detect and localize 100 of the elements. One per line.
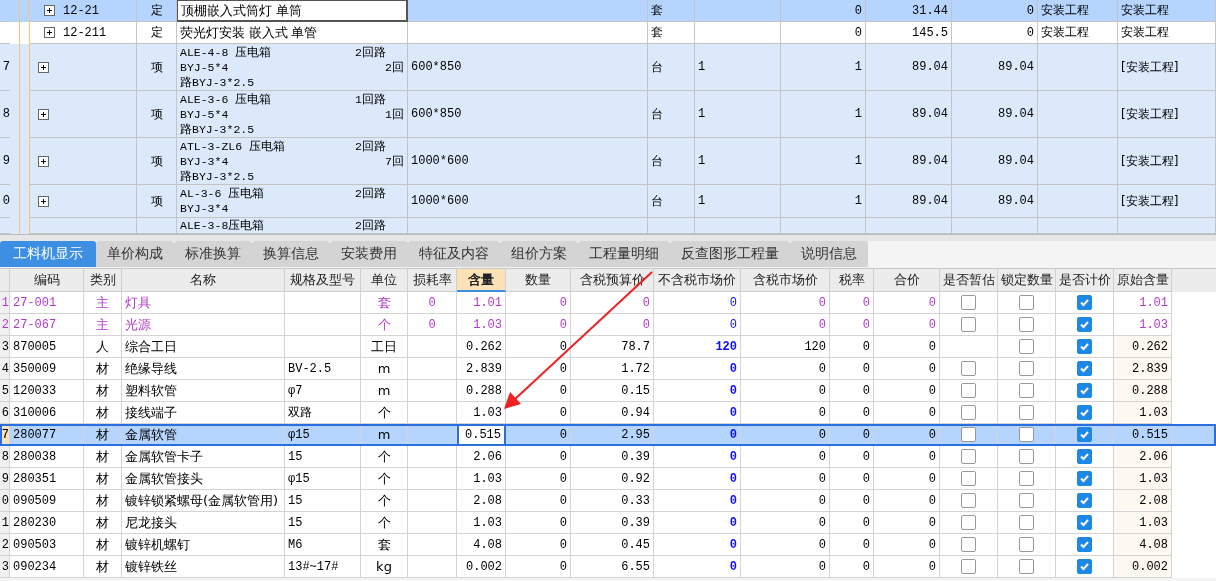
expand-icon[interactable] xyxy=(38,155,49,167)
column-header[interactable]: 合价 xyxy=(874,269,940,292)
column-header[interactable]: 类别 xyxy=(84,269,122,292)
grid-row[interactable]: 0 项 AL-3-6 压电箱 2回路 BYJ-3*4 1000*600 台 1 1 89.04 89.04 [安装工程] xyxy=(0,185,1216,218)
table-cell: 1.03 xyxy=(1139,405,1168,420)
checkbox[interactable] xyxy=(1019,427,1034,442)
checkbox[interactable] xyxy=(1077,295,1092,310)
table-cell-text: 1回路 xyxy=(355,91,387,107)
checkbox[interactable] xyxy=(1077,383,1092,398)
checkbox[interactable] xyxy=(961,515,976,530)
table-cell: 0 xyxy=(928,493,936,508)
checkbox[interactable] xyxy=(1077,471,1092,486)
column-header[interactable]: 数量 xyxy=(506,269,571,292)
tab[interactable]: 反查图形工程量 xyxy=(670,241,790,267)
checkbox[interactable] xyxy=(961,493,976,508)
expand-icon[interactable] xyxy=(44,27,55,38)
table-cell: 0 xyxy=(729,471,737,486)
column-header[interactable]: 是否计价 xyxy=(1056,269,1114,292)
checkbox[interactable] xyxy=(961,295,976,310)
column-header[interactable]: 不含税市场价 xyxy=(654,269,741,292)
table-cell: 0 xyxy=(729,537,737,552)
checkbox[interactable] xyxy=(1019,471,1034,486)
table-row[interactable]: 8 280038 材 金属软管卡子 15 个 2.06 0 0.39 0 0 0 0 2.06 xyxy=(0,446,1216,468)
table-cell: 光源 xyxy=(125,315,151,334)
checkbox[interactable] xyxy=(1019,383,1034,398)
tab[interactable]: 说明信息 xyxy=(790,241,868,267)
tab[interactable]: 单价构成 xyxy=(96,241,174,267)
checkbox[interactable] xyxy=(1077,493,1092,508)
table-cell: 78.7 xyxy=(621,339,650,354)
table-row[interactable]: 3 090234 材 镀锌铁丝 13#~17# kg 0.002 0 6.55 0 0 0 0 0.002 xyxy=(0,556,1216,578)
checkbox[interactable] xyxy=(1019,559,1034,574)
table-cell: 材 xyxy=(96,447,109,466)
column-header[interactable]: 含税预算价 xyxy=(571,269,654,292)
table-cell: 1 xyxy=(698,60,706,74)
grid-row[interactable]: 7 项 ALE-4-8 压电箱 2回路 BYJ-5*4 2回 路BYJ-3*2.5 600*850 台 1 1 89.04 89.04 [安装工程] xyxy=(0,44,1216,91)
checkbox[interactable] xyxy=(1077,449,1092,464)
checkbox[interactable] xyxy=(961,471,976,486)
checkbox[interactable] xyxy=(1019,361,1034,376)
checkbox[interactable] xyxy=(1077,317,1092,332)
table-row[interactable]: 0 090509 材 镀锌锁紧螺母(金属软管用) 15 个 2.08 0 0.33 0 0 0 0 2.08 xyxy=(0,490,1216,512)
tab[interactable]: 安装费用 xyxy=(330,241,408,267)
column-header[interactable]: 锁定数量 xyxy=(998,269,1056,292)
column-header[interactable]: 单位 xyxy=(361,269,408,292)
checkbox[interactable] xyxy=(961,559,976,574)
column-header[interactable]: 编码 xyxy=(10,269,84,292)
expand-icon[interactable] xyxy=(38,195,49,207)
checkbox[interactable] xyxy=(1019,405,1034,420)
checkbox[interactable] xyxy=(1077,427,1092,442)
grid-row[interactable]: 8 项 ALE-3-6 压电箱 1回路 BYJ-5*4 1回 路BYJ-3*2.5 600*850 台 1 1 89.04 89.04 [安装工程] xyxy=(0,91,1216,138)
checkbox[interactable] xyxy=(1077,515,1092,530)
table-row[interactable]: 4 350009 材 绝缘导线 BV-2.5 m 2.839 0 1.72 0 0 0 0 2.839 xyxy=(0,358,1216,380)
checkbox[interactable] xyxy=(1019,493,1034,508)
column-header[interactable]: 含税市场价 xyxy=(741,269,830,292)
expand-icon[interactable] xyxy=(44,5,55,16)
checkbox[interactable] xyxy=(961,317,976,332)
column-header[interactable]: 税率 xyxy=(830,269,874,292)
table-row[interactable]: 2 27-067 主 光源 个 0 1.03 0 0 0 0 0 0 1.03 xyxy=(0,314,1216,336)
checkbox[interactable] xyxy=(1019,515,1034,530)
table-cell: 个 xyxy=(377,315,391,334)
checkbox[interactable] xyxy=(1019,449,1034,464)
table-row[interactable]: 9 280351 材 金属软管接头 φ15 个 1.03 0 0.92 0 0 0 0 1.03 xyxy=(0,468,1216,490)
checkbox[interactable] xyxy=(961,427,976,442)
checkbox[interactable] xyxy=(1077,559,1092,574)
grid-row[interactable]: 9 项 ATL-3-ZL6 压电箱 2回路 BYJ-3*4 7回 路BYJ-3*2.5 1000*600 台 1 1 89.04 89.04 [安装工程] xyxy=(0,138,1216,185)
table-cell: 89.04 xyxy=(998,60,1034,74)
table-cell: 0 xyxy=(559,339,567,354)
checkbox[interactable] xyxy=(1077,361,1092,376)
checkbox[interactable] xyxy=(961,405,976,420)
tab[interactable]: 组价方案 xyxy=(500,241,578,267)
tab[interactable]: 特征及内容 xyxy=(408,241,500,267)
grid-row[interactable]: 12-211 定 荧光灯安装 嵌入式 单管 套 0 145.5 0 安装工程 安装工程 xyxy=(0,22,1216,44)
table-row[interactable]: 2 090503 材 镀锌机螺钉 M6 套 4.08 0 0.45 0 0 0 0 4.08 xyxy=(0,534,1216,556)
expand-icon[interactable] xyxy=(38,61,49,73)
tab[interactable]: 换算信息 xyxy=(252,241,330,267)
tab[interactable]: 工程量明细 xyxy=(578,241,670,267)
checkbox[interactable] xyxy=(961,449,976,464)
checkbox[interactable] xyxy=(1077,537,1092,552)
checkbox[interactable] xyxy=(1019,537,1034,552)
table-row[interactable]: 5 120033 材 塑料软管 φ7 m 0.288 0 0.15 0 0 0 0 0.288 xyxy=(0,380,1216,402)
grid-row[interactable]: 12-21 定 顶棚嵌入式筒灯 单筒 套 0 31.44 0 安装工程 安装工程 xyxy=(0,0,1216,22)
table-row[interactable]: 7 280077 材 金属软管 φ15 m 0.515 0 2.95 0 0 0 0 0.515 xyxy=(0,424,1216,446)
column-header[interactable]: 含量 xyxy=(457,269,506,292)
checkbox[interactable] xyxy=(1019,339,1034,354)
expand-icon[interactable] xyxy=(38,108,49,120)
checkbox[interactable] xyxy=(1019,317,1034,332)
table-row[interactable]: 3 870005 人 综合工日 工日 0.262 0 78.7 120 120 0 0 0.262 xyxy=(0,336,1216,358)
checkbox[interactable] xyxy=(961,383,976,398)
splitter-bar[interactable] xyxy=(0,234,1216,241)
grid-row[interactable]: ALE-3-8压电箱 2回路 xyxy=(0,218,1216,234)
checkbox[interactable] xyxy=(961,537,976,552)
column-header[interactable]: 名称 xyxy=(122,269,285,292)
checkbox[interactable] xyxy=(961,361,976,376)
tab[interactable]: 标准换算 xyxy=(174,241,252,267)
table-row[interactable]: 1 280230 材 尼龙接头 15 个 1.03 0 0.39 0 0 0 0 1.03 xyxy=(0,512,1216,534)
checkbox[interactable] xyxy=(1077,339,1092,354)
column-header[interactable]: 是否暂估 xyxy=(940,269,998,292)
table-row[interactable]: 1 27-001 主 灯具 套 0 1.01 0 0 0 0 0 0 1.01 xyxy=(0,292,1216,314)
checkbox[interactable] xyxy=(1077,405,1092,420)
checkbox[interactable] xyxy=(1019,295,1034,310)
column-header[interactable]: 规格及型号 xyxy=(285,269,361,292)
